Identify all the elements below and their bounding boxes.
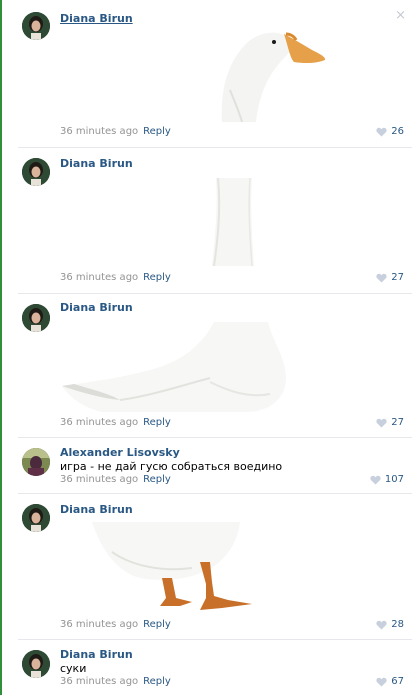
comment-time: 36 minutes ago [60, 619, 139, 630]
comment-5: Diana Birun 36 minutes ago Reply 28 [0, 494, 420, 640]
comment-text: суки [60, 662, 87, 675]
avatar-diana[interactable] [22, 12, 50, 40]
heart-icon [370, 475, 381, 485]
avatar-diana[interactable] [22, 650, 50, 678]
comment-meta: 36 minutes ago Reply [60, 272, 171, 283]
comment-6: Diana Birun суки 36 minutes ago Reply 67 [0, 640, 420, 695]
comment-author[interactable]: Diana Birun [60, 12, 133, 25]
like-count: 28 [391, 619, 404, 630]
heart-icon [376, 273, 387, 283]
avatar-alexander[interactable] [22, 448, 50, 476]
reply-button[interactable]: Reply [143, 272, 171, 283]
comment-meta: 36 minutes ago Reply [60, 474, 171, 485]
comment-1: Diana Birun × 36 minutes ago Reply 26 [0, 0, 420, 148]
reply-button[interactable]: Reply [143, 417, 171, 428]
heart-icon [376, 620, 387, 630]
reply-button[interactable]: Reply [143, 126, 171, 137]
comment-meta: 36 minutes ago Reply [60, 126, 171, 137]
heart-icon [376, 418, 387, 428]
comment-author[interactable]: Diana Birun [60, 503, 133, 516]
like-count: 27 [391, 272, 404, 283]
goose-head-image [221, 32, 326, 122]
like-button[interactable]: 26 [376, 126, 404, 137]
like-button[interactable]: 27 [376, 417, 404, 428]
reply-button[interactable]: Reply [143, 676, 171, 687]
comment-3: Diana Birun 36 minutes ago Reply 27 [0, 294, 420, 438]
comment-author[interactable]: Diana Birun [60, 301, 133, 314]
comment-author[interactable]: Alexander Lisovsky [60, 446, 180, 459]
like-count: 26 [391, 126, 404, 137]
comment-time: 36 minutes ago [60, 126, 139, 137]
heart-icon [376, 677, 387, 687]
like-button[interactable]: 27 [376, 272, 404, 283]
avatar-diana[interactable] [22, 158, 50, 186]
like-button[interactable]: 67 [376, 676, 404, 687]
like-count: 107 [384, 474, 404, 485]
goose-legs-image [92, 522, 252, 610]
comment-2: Diana Birun 36 minutes ago Reply 27 [0, 148, 420, 294]
close-icon[interactable]: × [395, 9, 406, 22]
comment-author[interactable]: Diana Birun [60, 648, 133, 661]
comment-time: 36 minutes ago [60, 676, 139, 687]
comment-time: 36 minutes ago [60, 474, 139, 485]
reply-button[interactable]: Reply [143, 619, 171, 630]
goose-body-image [62, 322, 286, 412]
comment-meta: 36 minutes ago Reply [60, 417, 171, 428]
comment-time: 36 minutes ago [60, 417, 139, 428]
like-button[interactable]: 28 [376, 619, 404, 630]
heart-icon [376, 127, 387, 137]
comment-4: Alexander Lisovsky игра - не дай гусю со… [0, 438, 420, 494]
comment-author[interactable]: Diana Birun [60, 157, 133, 170]
like-count: 27 [391, 417, 404, 428]
like-button[interactable]: 107 [370, 474, 404, 485]
avatar-diana[interactable] [22, 504, 50, 532]
comment-meta: 36 minutes ago Reply [60, 619, 171, 630]
reply-button[interactable]: Reply [143, 474, 171, 485]
avatar-diana[interactable] [22, 304, 50, 332]
comment-time: 36 minutes ago [60, 272, 139, 283]
like-count: 67 [391, 676, 404, 687]
goose-neck-image [212, 178, 254, 266]
comment-meta: 36 minutes ago Reply [60, 676, 171, 687]
comment-text: игра - не дай гусю собраться воедино [60, 460, 283, 473]
